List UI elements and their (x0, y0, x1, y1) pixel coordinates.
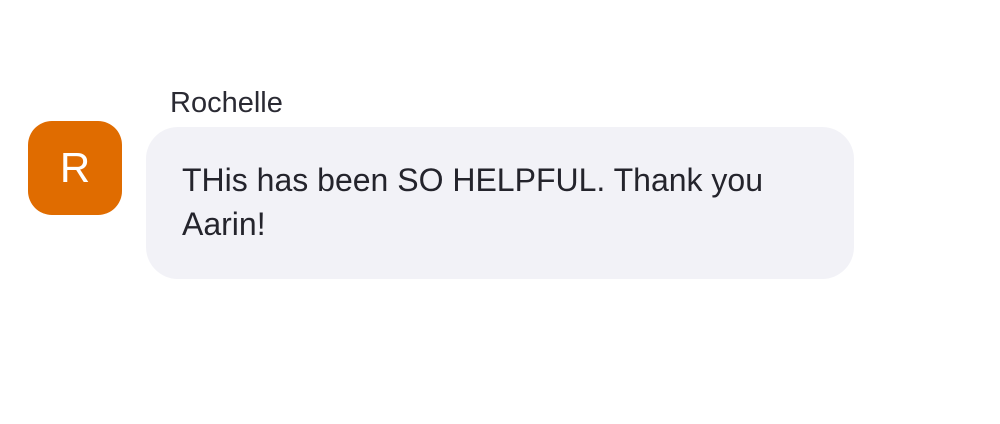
sender-name: Rochelle (170, 87, 283, 119)
avatar-initial: R (59, 144, 91, 191)
message-bubble[interactable]: THis has been SO HELPFUL. Thank you Aari… (146, 127, 854, 279)
message-text: THis has been SO HELPFUL. Thank you Aari… (182, 162, 764, 242)
chat-area: Rochelle R THis has been SO HELPFUL. Tha… (0, 0, 1000, 424)
chat-message: Rochelle R THis has been SO HELPFUL. Tha… (0, 0, 1000, 424)
avatar[interactable]: R (28, 121, 122, 215)
